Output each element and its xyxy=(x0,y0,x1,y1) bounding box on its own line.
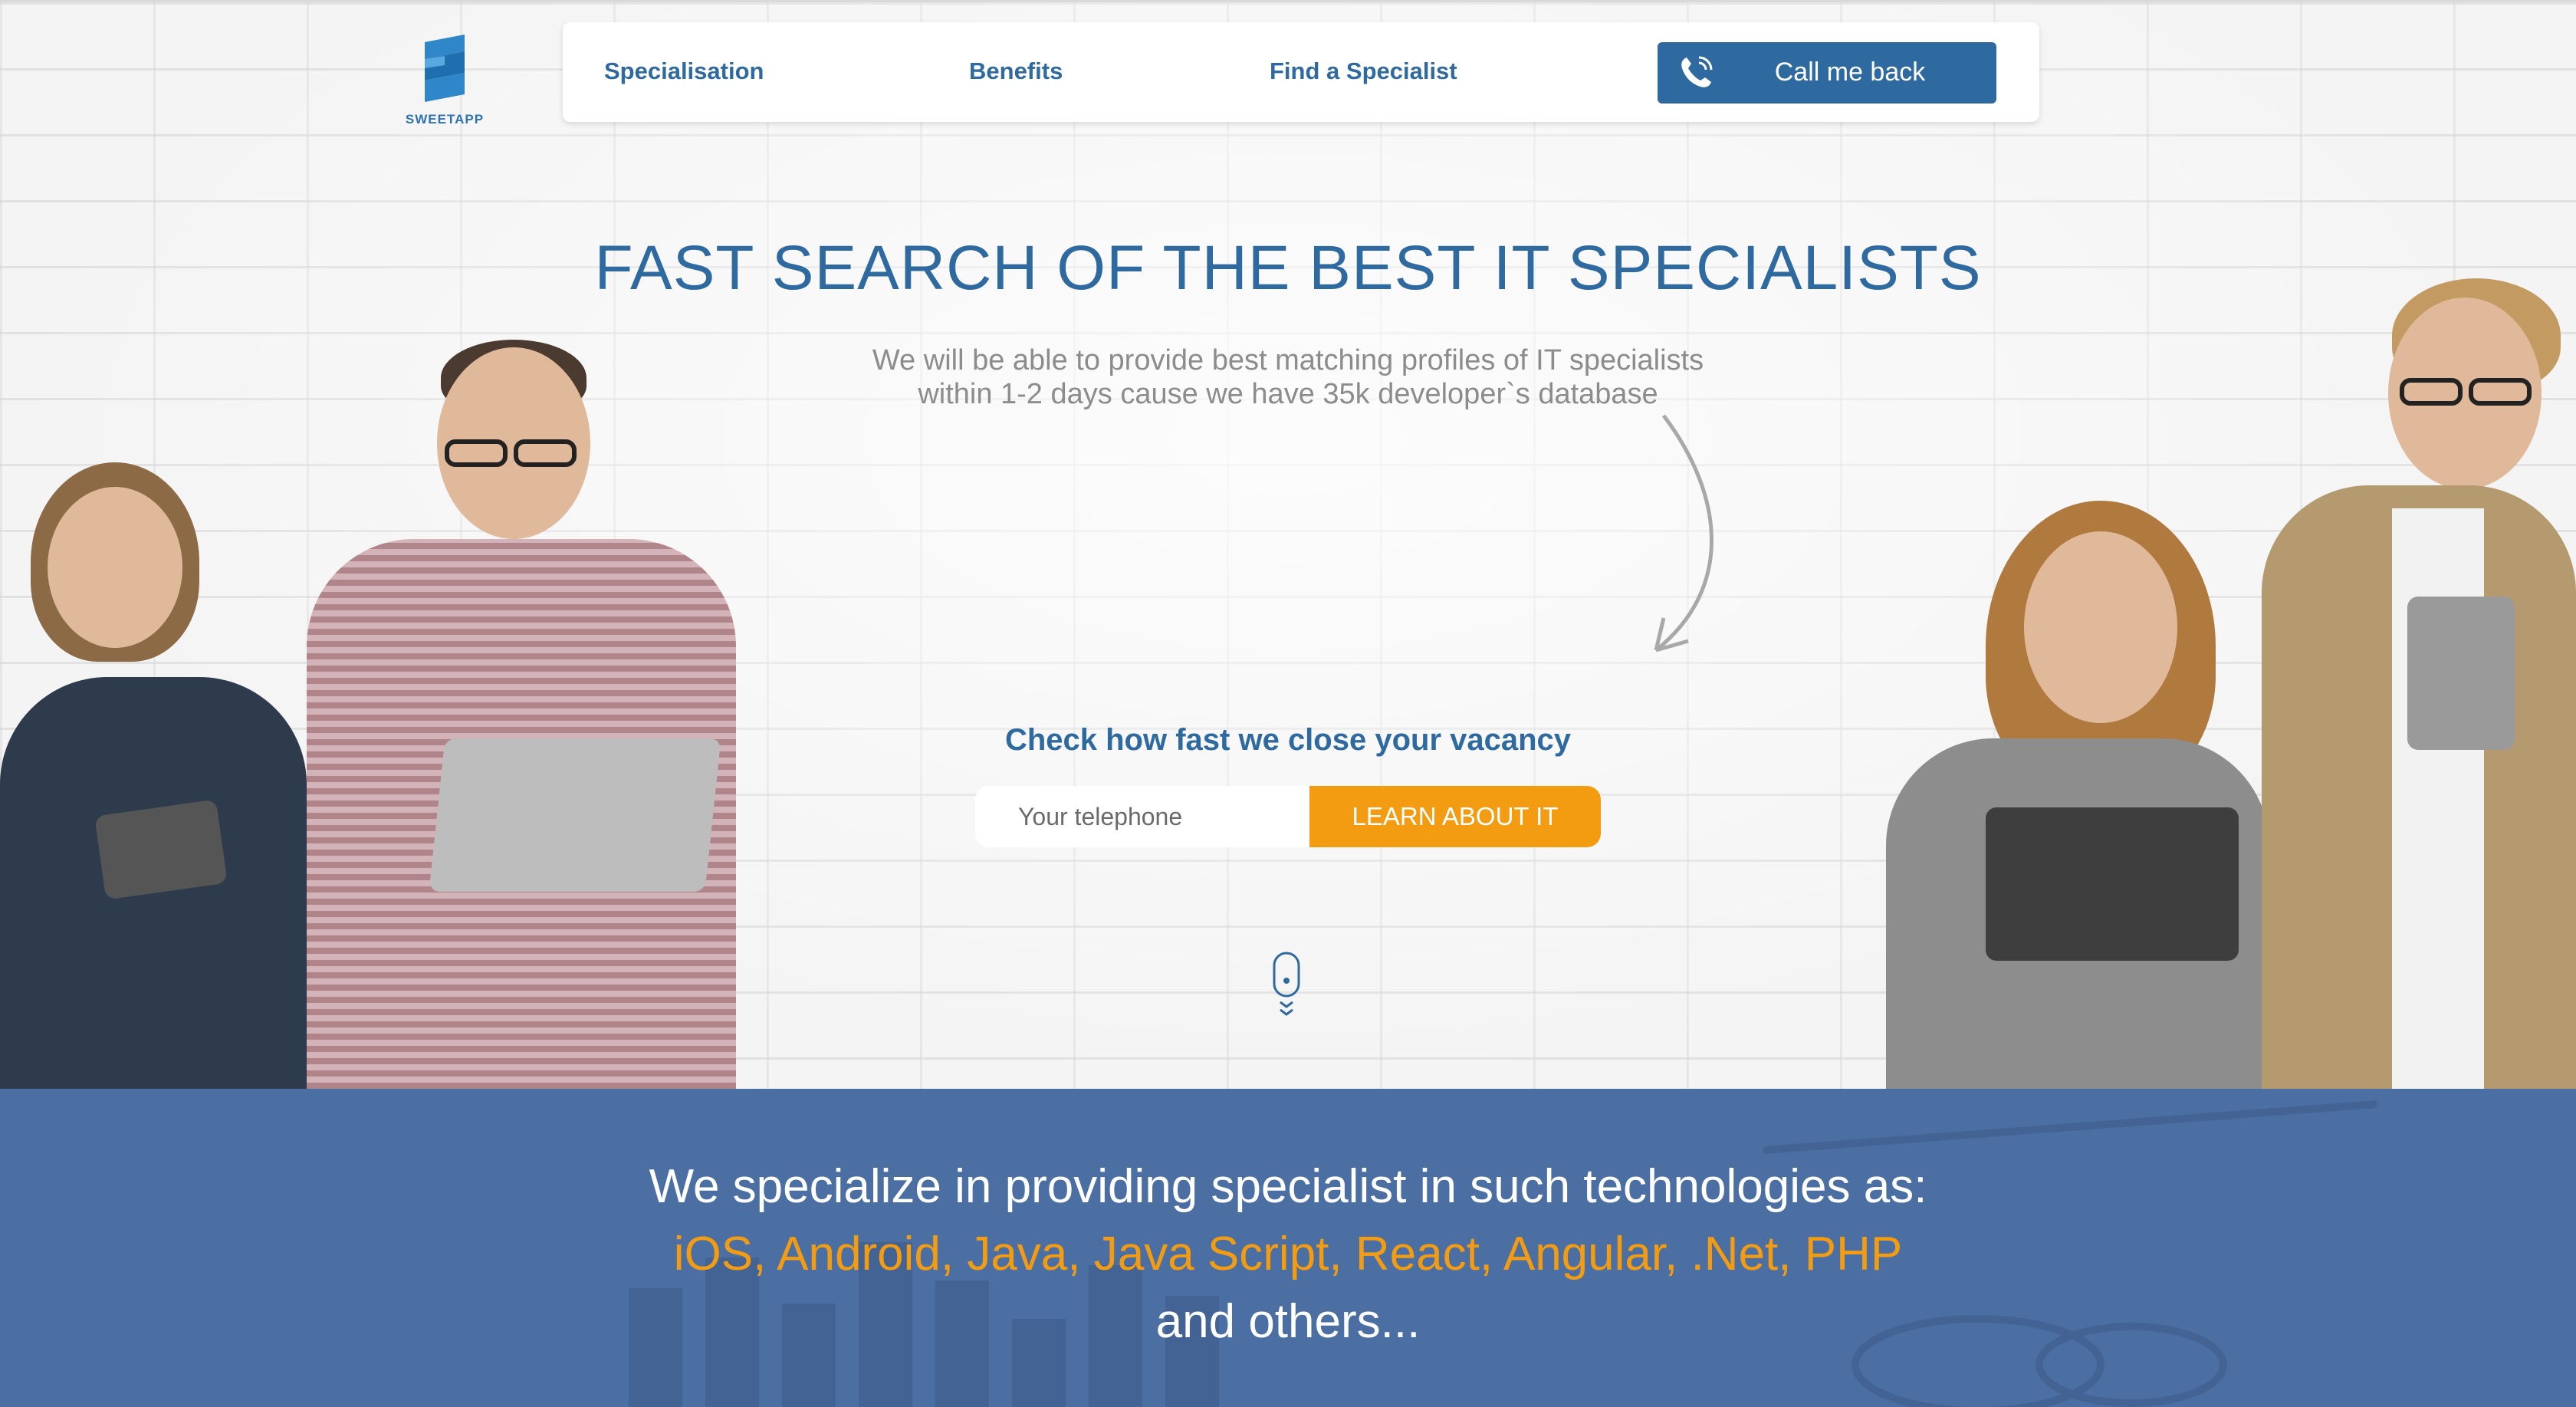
person-woman-laptop-image xyxy=(1871,501,2285,1089)
nav-item-benefits[interactable]: Benefits xyxy=(969,58,1063,85)
hero-subtitle-line2: within 1-2 days cause we have 35k develo… xyxy=(918,378,1658,410)
person-man-laptop-image xyxy=(307,340,751,1089)
person-woman-tablet-image xyxy=(0,447,322,1089)
logo-icon xyxy=(425,35,465,102)
learn-about-it-button[interactable]: LEARN ABOUT IT xyxy=(1309,786,1601,847)
technologies-intro: We specialize in providing specialist in… xyxy=(649,1160,1927,1213)
vacancy-title: Check how fast we close your vacancy xyxy=(1004,723,1572,757)
scroll-down-mouse-icon[interactable] xyxy=(1271,952,1302,1025)
call-me-back-label: Call me back xyxy=(1774,58,1926,87)
technologies-section: We specialize in providing specialist in… xyxy=(0,1089,2576,1407)
sweetapp-logo[interactable]: SWEETAPP xyxy=(399,31,491,127)
hero-section: SWEETAPP Specialisation Benefits Find a … xyxy=(0,2,2576,1089)
technologies-list: iOS, Android, Java, Java Script, React, … xyxy=(673,1228,1903,1280)
logo-text: SWEETAPP xyxy=(405,112,485,127)
hero-subtitle-line1: We will be able to provide best matching… xyxy=(872,344,1704,376)
nav-item-find-specialist[interactable]: Find a Specialist xyxy=(1270,58,1457,85)
top-nav-bar: Specialisation Benefits Find a Specialis… xyxy=(563,22,2039,122)
vacancy-form: LEARN ABOUT IT xyxy=(975,786,1601,847)
call-me-back-button[interactable]: Call me back xyxy=(1658,42,1996,104)
hero-subtitle: We will be able to provide best matching… xyxy=(767,344,1809,411)
telephone-input[interactable] xyxy=(975,786,1309,847)
nav-item-specialisation[interactable]: Specialisation xyxy=(604,58,764,85)
technologies-others: and others... xyxy=(1155,1295,1421,1348)
curved-arrow-icon xyxy=(1654,414,1714,653)
person-man-tablet-image xyxy=(2262,278,2576,1089)
hero-title: FAST SEARCH OF THE BEST IT SPECIALISTS xyxy=(594,233,1982,303)
